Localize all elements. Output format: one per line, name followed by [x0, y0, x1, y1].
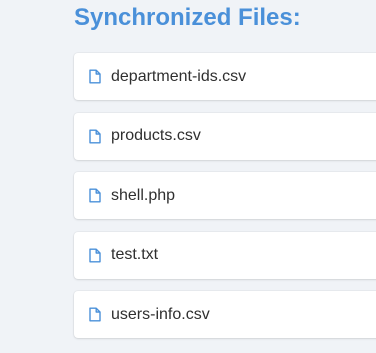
file-icon: [88, 307, 102, 323]
file-item[interactable]: shell.php: [74, 172, 376, 219]
synchronized-files-panel: Synchronized Files: department-ids.csv p…: [0, 0, 376, 353]
file-item[interactable]: department-ids.csv: [74, 53, 376, 100]
file-icon: [88, 128, 102, 144]
file-name: department-ids.csv: [111, 67, 247, 85]
file-name: products.csv: [111, 127, 201, 144]
file-item[interactable]: users-info.csv: [74, 291, 376, 338]
file-name: shell.php: [111, 186, 176, 204]
section-title: Synchronized Files:: [74, 4, 301, 31]
file-name: test.txt: [111, 246, 159, 263]
file-item[interactable]: test.txt: [74, 231, 376, 279]
file-icon: [88, 188, 102, 204]
file-list: department-ids.csv products.csv shell.ph…: [74, 53, 376, 351]
file-name: users-info.csv: [111, 305, 210, 323]
file-icon: [88, 69, 102, 85]
file-item[interactable]: products.csv: [74, 112, 376, 160]
file-icon: [88, 247, 102, 263]
